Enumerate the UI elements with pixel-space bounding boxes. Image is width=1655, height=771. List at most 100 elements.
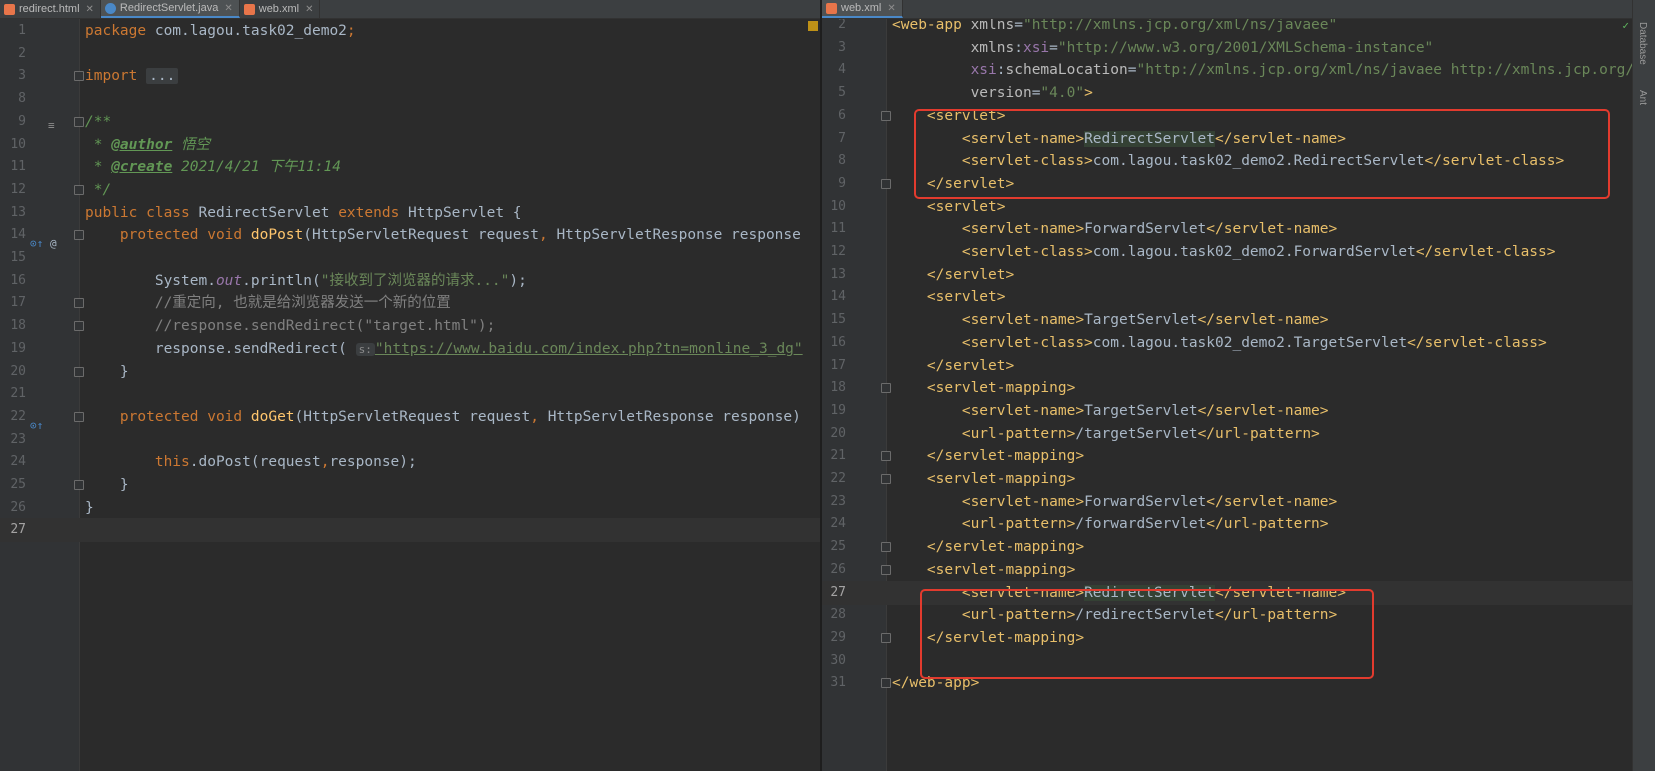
line-number: 10 — [10, 136, 26, 152]
code-line[interactable]: 2 — [0, 42, 820, 66]
code-line[interactable]: 16 <servlet-class>com.lagou.task02_demo2… — [822, 331, 1633, 355]
code-line[interactable]: 22 <servlet-mapping> — [822, 467, 1633, 491]
fold-marker-icon[interactable] — [881, 474, 891, 484]
code-line[interactable]: 8 — [0, 87, 820, 111]
code-line[interactable]: 13 public class RedirectServlet extends H… — [0, 201, 820, 225]
code-line[interactable]: 19 response.sendRedirect( s: "https://www… — [0, 337, 820, 361]
fold-marker-icon[interactable] — [74, 480, 84, 490]
close-icon[interactable]: ✕ — [887, 3, 895, 14]
tab-web-xml[interactable]: web.xml ✕ — [240, 0, 321, 18]
code-line[interactable]: 14 protected void doPost(HttpServletRequ… — [0, 223, 820, 247]
fold-marker-icon[interactable] — [881, 632, 891, 643]
line-number: 3 — [18, 68, 26, 84]
code-line[interactable]: 25 </servlet-mapping> — [822, 535, 1633, 559]
code-line[interactable]: 5 version="4.0"> — [822, 81, 1633, 105]
fold-marker-icon[interactable] — [881, 110, 891, 121]
line-text: protected void doPost(HttpServletRequest… — [85, 223, 801, 247]
line-number: 23 — [830, 493, 846, 509]
code-line[interactable]: 17 //重定向, 也就是给浏览器发送一个新的位置 — [0, 291, 820, 315]
close-icon[interactable]: ✕ — [224, 3, 232, 14]
code-line[interactable]: 12 <servlet-class>com.lagou.task02_demo2… — [822, 240, 1633, 264]
line-number: 16 — [830, 334, 846, 350]
override-icon[interactable]: ⊙↑ — [30, 237, 43, 250]
code-line[interactable]: 1 package com.lagou.task02_demo2; — [0, 19, 820, 43]
code-line[interactable]: 21 — [0, 382, 820, 406]
code-token: System. — [85, 272, 216, 289]
code-line[interactable]: 20 <url-pattern>/targetServlet</url-patt… — [822, 422, 1633, 446]
line-text: xmlns:xsi="http://www.w3.org/2001/XMLSch… — [892, 36, 1434, 60]
code-line[interactable]: 9 /** — [0, 110, 820, 134]
code-line[interactable]: 24 <url-pattern>/forwardServlet</url-pat… — [822, 512, 1633, 536]
fold-marker-icon[interactable] — [74, 321, 84, 332]
fold-marker-icon[interactable] — [881, 564, 891, 575]
line-text: package com.lagou.task02_demo2; — [85, 19, 356, 43]
fold-marker-icon[interactable] — [74, 71, 84, 82]
code-line[interactable]: 17 </servlet> — [822, 354, 1633, 378]
fold-marker-icon[interactable] — [74, 116, 84, 127]
doc-render-icon[interactable]: ≡ — [48, 119, 55, 132]
code-token: = — [1049, 39, 1058, 56]
code-line[interactable]: 14 <servlet> — [822, 285, 1633, 309]
code-line[interactable]: 18 <servlet-mapping> — [822, 376, 1633, 400]
close-icon[interactable]: ✕ — [305, 4, 313, 15]
code-line[interactable]: 23 <servlet-name>ForwardServlet</servlet… — [822, 490, 1633, 514]
code-token: ; — [346, 23, 356, 39]
code-line[interactable]: 12 */ — [0, 178, 820, 202]
code-token: </url-pattern> — [1197, 425, 1320, 442]
code-token: 悟空 — [172, 136, 211, 153]
code-line[interactable]: 18 //response.sendRedirect("target.html"… — [0, 314, 820, 338]
code-token: 2021/4/21 下午11:14 — [172, 159, 341, 176]
fold-marker-icon[interactable] — [881, 678, 891, 689]
code-line[interactable]: 24 this.doPost(request,response); — [0, 450, 820, 474]
code-line[interactable]: 15 <servlet-name>TargetServlet</servlet-… — [822, 308, 1633, 332]
code-line[interactable]: 2 <web-app xmlns="http://xmlns.jcp.org/xm… — [822, 19, 1633, 37]
code-line[interactable]: 22 protected void doGet(HttpServletReque… — [0, 405, 820, 429]
tab-web-xml-right[interactable]: web.xml ✕ — [822, 0, 903, 18]
code-line[interactable]: 3 xmlns:xsi="http://www.w3.org/2001/XMLS… — [822, 36, 1633, 60]
code-line[interactable]: 21 </servlet-mapping> — [822, 444, 1633, 468]
code-line[interactable]: 11 * @create 2021/4/21 下午11:14 — [0, 155, 820, 179]
line-number: 9 — [18, 113, 26, 129]
code-line[interactable]: 25 } — [0, 473, 820, 497]
code-line[interactable]: 23 — [0, 428, 820, 452]
code-line[interactable]: 13 </servlet> — [822, 263, 1633, 287]
line-text: version="4.0"> — [892, 81, 1093, 105]
tab-redirect-html[interactable]: redirect.html ✕ — [0, 0, 101, 18]
code-line[interactable]: 20 } — [0, 360, 820, 384]
code-line[interactable]: 10 * @author 悟空 — [0, 133, 820, 157]
fold-marker-icon[interactable] — [881, 542, 891, 553]
tab-label: redirect.html — [19, 3, 80, 15]
fold-marker-icon[interactable] — [74, 298, 84, 309]
close-icon[interactable]: ✕ — [86, 4, 94, 15]
code-line[interactable]: 27 — [0, 518, 820, 543]
database-tool-tab[interactable]: Database — [1637, 22, 1648, 65]
code-line[interactable]: 11 <servlet-name>ForwardServlet</servlet… — [822, 217, 1633, 241]
fold-marker-icon[interactable] — [881, 383, 891, 394]
fold-marker-icon[interactable] — [74, 366, 84, 377]
fold-marker-icon[interactable] — [74, 230, 84, 241]
ant-tool-tab[interactable]: Ant — [1637, 90, 1648, 105]
fold-marker-icon[interactable] — [74, 184, 84, 195]
line-text: </servlet-mapping> — [892, 535, 1084, 559]
java-editor[interactable]: 1 package com.lagou.task02_demo2; 2 3 import… — [0, 19, 820, 771]
code-line[interactable]: 19 <servlet-name>TargetServlet</servlet-… — [822, 399, 1633, 423]
override-icon[interactable]: ⊙↑ — [30, 419, 43, 432]
tab-redirectservlet-java[interactable]: RedirectServlet.java ✕ — [100, 0, 240, 18]
line-number: 25 — [10, 477, 26, 492]
fold-marker-icon[interactable] — [881, 451, 891, 462]
code-line[interactable]: 26} — [0, 496, 820, 520]
fold-marker-icon[interactable] — [881, 178, 891, 189]
fold-marker-icon[interactable] — [74, 411, 84, 422]
code-line[interactable]: 3 import ... — [0, 64, 820, 88]
xml-editor[interactable]: 2 <web-app xmlns="http://xmlns.jcp.org/xm… — [822, 19, 1633, 771]
code-line[interactable]: 16 System.out.println("接收到了浏览器的请求..."); — [0, 269, 820, 293]
code-token: xsi — [1022, 39, 1050, 56]
code-line[interactable]: 4 xsi:schemaLocation="http://xmlns.jcp.o… — [822, 58, 1633, 82]
code-line[interactable]: 26 <servlet-mapping> — [822, 558, 1633, 582]
code-line[interactable]: 15 — [0, 246, 820, 270]
code-token: TargetServlet — [1084, 402, 1198, 419]
